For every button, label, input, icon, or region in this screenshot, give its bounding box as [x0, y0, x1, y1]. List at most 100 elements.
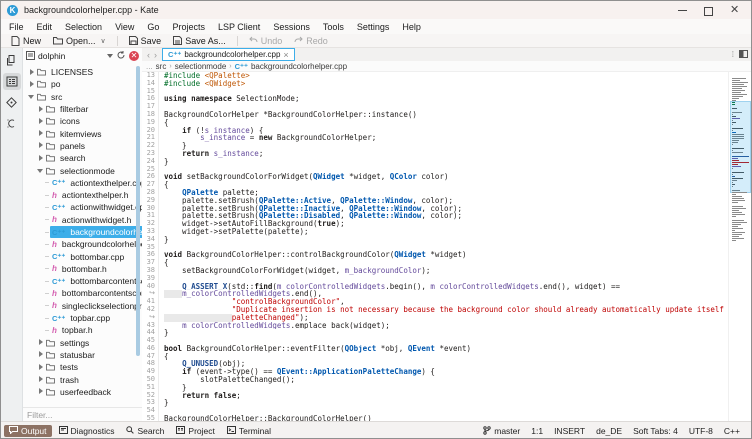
tree-item-bottombarcontentscont-[interactable]: hbottombarcontentscont...	[23, 287, 142, 299]
new-button[interactable]: New	[7, 35, 45, 47]
menu-item-view[interactable]: View	[115, 22, 134, 32]
save-button[interactable]: Save	[125, 35, 166, 47]
status-insert[interactable]: INSERT	[554, 426, 585, 436]
chevron-down-icon[interactable]	[107, 54, 113, 58]
quick-open-icon[interactable]: ⁞	[732, 50, 734, 59]
breadcrumb-item[interactable]: src	[156, 62, 167, 71]
project-selector[interactable]: dolphin	[38, 51, 104, 61]
tab-forward-icon[interactable]: ›	[154, 50, 157, 60]
tree-scrollbar[interactable]	[136, 66, 140, 356]
tree-item-topbar-h[interactable]: htopbar.h	[23, 324, 142, 336]
status-c++[interactable]: C++	[724, 426, 740, 436]
menu-item-selection[interactable]: Selection	[65, 22, 102, 32]
tree-item-kitemviews[interactable]: kitemviews	[23, 127, 142, 139]
expand-icon[interactable]	[37, 339, 44, 346]
git-icon[interactable]	[3, 94, 21, 111]
expand-icon[interactable]	[37, 388, 44, 395]
status-utf-8[interactable]: UTF-8	[689, 426, 713, 436]
tree-item-backgroundcolorhelper-h[interactable]: hbackgroundcolorhelper.h	[23, 238, 142, 250]
breadcrumb-overflow-icon[interactable]: ...	[146, 62, 153, 71]
minimap-visible-region[interactable]	[730, 101, 751, 193]
expand-icon[interactable]	[28, 81, 35, 88]
tree-item-backgroundcolorhelper-c-[interactable]: C⁺⁺backgroundcolorhelper.c...	[23, 226, 142, 238]
status-master[interactable]: master	[483, 426, 520, 437]
tree-item-settings[interactable]: settings	[23, 337, 142, 349]
menu-item-go[interactable]: Go	[147, 22, 159, 32]
status-de-de[interactable]: de_DE	[596, 426, 622, 436]
tree-item-licenses[interactable]: LICENSES	[23, 66, 142, 78]
collapse-icon[interactable]	[28, 93, 35, 100]
documents-icon[interactable]	[3, 52, 21, 69]
tree-item-panels[interactable]: panels	[23, 140, 142, 152]
symbols-icon[interactable]	[3, 115, 21, 132]
expand-icon[interactable]	[28, 69, 35, 76]
menu-item-settings[interactable]: Settings	[357, 22, 390, 32]
maximize-button[interactable]	[704, 6, 713, 15]
collapse-icon[interactable]	[37, 167, 44, 174]
tree-item-label: bottombar.h	[60, 264, 109, 274]
menu-item-tools[interactable]: Tools	[323, 22, 344, 32]
menu-item-file[interactable]: File	[9, 22, 24, 32]
close-project-icon[interactable]: ✕	[129, 51, 139, 61]
breadcrumb-item[interactable]: backgroundcolorhelper.cpp	[251, 62, 347, 71]
status-1-1[interactable]: 1:1	[531, 426, 543, 436]
expand-icon[interactable]	[37, 142, 44, 149]
save-as-button[interactable]: Save As...	[169, 35, 230, 47]
tree-item-icons[interactable]: icons	[23, 115, 142, 127]
undo-button[interactable]: Undo	[245, 35, 287, 47]
tab-back-icon[interactable]: ‹	[147, 50, 150, 60]
menu-item-help[interactable]: Help	[402, 22, 421, 32]
expand-icon[interactable]	[37, 106, 44, 113]
tree-item-search[interactable]: search	[23, 152, 142, 164]
tree-item-bottombarcontentscont-[interactable]: C⁺⁺bottombarcontentscont...	[23, 275, 142, 287]
tree-item-singleclickselectionproxy-[interactable]: hsingleclickselectionproxy...	[23, 300, 142, 312]
menu-item-lsp-client[interactable]: LSP Client	[218, 22, 260, 32]
tab-close-icon[interactable]: ×	[283, 50, 288, 60]
code-view[interactable]: 13#include <QPalette>14#include <QWidget…	[142, 72, 728, 421]
search-toolview-button[interactable]: Search	[121, 425, 169, 437]
output-toolview-button[interactable]: Output	[4, 425, 52, 437]
expand-icon[interactable]	[37, 351, 44, 358]
tree-item-statusbar[interactable]: statusbar	[23, 349, 142, 361]
tree-item-actiontexthelper-h[interactable]: hactiontexthelper.h	[23, 189, 142, 201]
tree-item-actiontexthelper-cpp[interactable]: C⁺⁺actiontexthelper.cpp	[23, 177, 142, 189]
tree-item-tests[interactable]: tests	[23, 361, 142, 373]
redo-button[interactable]: Redo	[290, 35, 332, 47]
tree-item-topbar-cpp[interactable]: C⁺⁺topbar.cpp	[23, 312, 142, 324]
tree-item-selectionmode[interactable]: selectionmode	[23, 164, 142, 176]
menu-item-edit[interactable]: Edit	[37, 22, 53, 32]
open-button[interactable]: Open... ∨	[49, 35, 110, 47]
expand-icon[interactable]	[37, 118, 44, 125]
split-view-icon[interactable]	[739, 50, 748, 60]
menu-item-projects[interactable]: Projects	[172, 22, 205, 32]
minimap-line	[732, 200, 745, 201]
projects-icon[interactable]	[3, 73, 21, 90]
status-soft-tabs-4[interactable]: Soft Tabs: 4	[633, 426, 678, 436]
tab-backgroundcolorhelper[interactable]: C⁺⁺ backgroundcolorhelper.cpp ×	[162, 48, 295, 61]
tree-item-userfeedback[interactable]: userfeedback	[23, 386, 142, 398]
diagnostics-toolview-button[interactable]: Diagnostics	[54, 425, 120, 437]
tree-item-bottombar-h[interactable]: hbottombar.h	[23, 263, 142, 275]
open-dropdown-icon[interactable]: ∨	[101, 37, 106, 45]
tree-item-filterbar[interactable]: filterbar	[23, 103, 142, 115]
filter-input[interactable]	[23, 407, 142, 421]
expand-icon[interactable]	[37, 376, 44, 383]
tree-item-bottombar-cpp[interactable]: C⁺⁺bottombar.cpp	[23, 250, 142, 262]
terminal-toolview-button[interactable]: Terminal	[222, 425, 276, 437]
project-toolview-button[interactable]: Project	[171, 425, 219, 437]
menu-item-sessions[interactable]: Sessions	[273, 22, 310, 32]
tree-item-po[interactable]: po	[23, 78, 142, 90]
close-button[interactable]: ✕	[730, 6, 739, 15]
tree-item-actionwithwidget-cpp[interactable]: C⁺⁺actionwithwidget.cpp	[23, 201, 142, 213]
breadcrumb-item[interactable]: selectionmode	[175, 62, 227, 71]
expand-icon[interactable]	[37, 130, 44, 137]
reload-icon[interactable]	[116, 50, 126, 62]
minimap-line	[732, 94, 747, 95]
tree-item-trash[interactable]: trash	[23, 373, 142, 385]
expand-icon[interactable]	[37, 364, 44, 371]
tree-item-src[interactable]: src	[23, 91, 142, 103]
expand-icon[interactable]	[37, 155, 44, 162]
minimize-button[interactable]	[678, 6, 687, 15]
minimap-scrollbar[interactable]	[728, 72, 752, 421]
tree-item-actionwithwidget-h[interactable]: hactionwithwidget.h	[23, 214, 142, 226]
